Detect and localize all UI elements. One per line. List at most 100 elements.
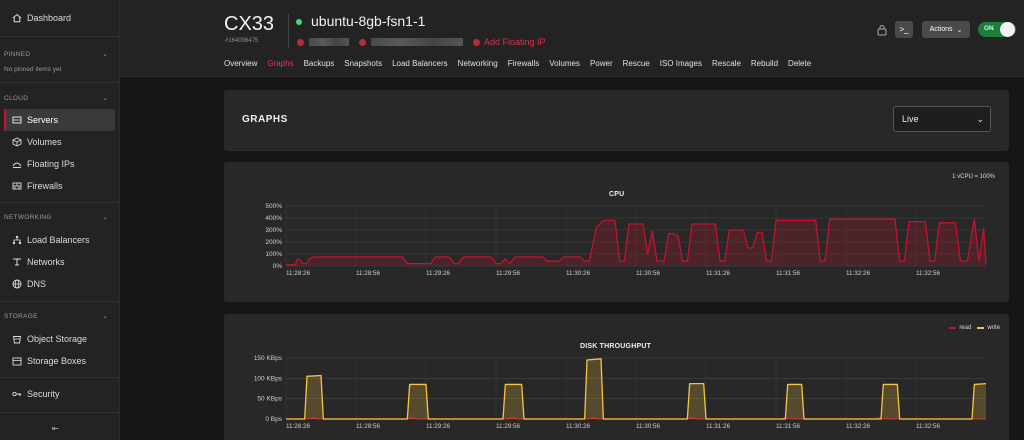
globe-icon [12, 279, 22, 289]
server-icon [12, 115, 22, 125]
y-tick-label: 0 Bps [265, 416, 282, 423]
divider [0, 377, 119, 378]
y-tick-label: 100% [265, 251, 282, 258]
tab-power[interactable]: Power [590, 59, 613, 71]
tab-snapshots[interactable]: Snapshots [344, 59, 382, 71]
divider [288, 14, 289, 48]
tab-volumes[interactable]: Volumes [549, 59, 580, 71]
cpu-chart-card: 1 vCPU = 100% CPU 500% 400% 300% 200% 100% 0%… [224, 162, 1009, 302]
x-tick-label: 11:32:56 [916, 423, 941, 430]
sidebar-item-label: Volumes [27, 137, 62, 147]
x-tick-label: 11:29:56 [496, 270, 521, 277]
y-tick-label: 300% [265, 227, 282, 234]
firewall-icon [12, 181, 22, 191]
sidebar-item-dns[interactable]: DNS [4, 273, 115, 295]
x-tick-label: 11:28:26 [286, 270, 311, 277]
tab-networking[interactable]: Networking [458, 59, 498, 71]
sidebar-item-firewalls[interactable]: Firewalls [4, 175, 115, 197]
sidebar-item-storage-boxes[interactable]: Storage Boxes [4, 350, 115, 372]
sidebar-item-label: Load Balancers [27, 235, 90, 245]
sidebar-item-label: Floating IPs [27, 159, 75, 169]
server-name[interactable]: ubuntu-8gb-fsn1-1 [311, 13, 425, 29]
redacted-ipv4[interactable] [309, 38, 349, 46]
console-button[interactable]: >_ [895, 21, 913, 38]
sidebar-item-object-storage[interactable]: Object Storage [4, 328, 115, 350]
floating-ip-icon [12, 159, 22, 169]
x-tick-label: 11:29:56 [496, 423, 521, 430]
tab-delete[interactable]: Delete [788, 59, 811, 71]
page-title: GRAPHS [242, 114, 288, 125]
redacted-ipv6[interactable] [371, 38, 463, 46]
sidebar-item-label: DNS [27, 279, 47, 289]
chevron-down-icon: ⌄ [102, 214, 108, 221]
sidebar-section-storage[interactable]: STORAGE ⌄ [4, 312, 108, 321]
tab-firewalls[interactable]: Firewalls [508, 59, 540, 71]
ipv6-icon [359, 38, 366, 46]
x-tick-label: 11:32:26 [846, 423, 871, 430]
divider [0, 202, 119, 203]
time-range-value: Live [902, 114, 919, 124]
sidebar-item-servers[interactable]: Servers [4, 109, 115, 131]
add-floating-ip-label: Add Floating IP [484, 37, 546, 47]
tab-iso-images[interactable]: ISO Images [660, 59, 702, 71]
load-balancer-icon [12, 235, 22, 245]
sidebar-item-networks[interactable]: Networks [4, 251, 115, 273]
x-tick-label: 11:32:26 [846, 270, 871, 277]
sidebar-item-label: Security [27, 389, 60, 399]
status-indicator [296, 19, 302, 25]
y-tick-label: 200% [265, 239, 282, 246]
toggle-knob [1000, 22, 1015, 37]
cpu-chart: 500% 400% 300% 200% 100% 0%11:28:26 11:28:56 11… [265, 203, 987, 277]
sidebar-collapse-icon[interactable]: ⇤ [52, 424, 59, 433]
time-range-select[interactable]: Live ⌄ [893, 106, 991, 132]
storage-box-icon [12, 356, 22, 366]
sidebar-section-pinned[interactable]: PINNED ⌄ [4, 50, 108, 59]
disk-chart-card: read write DISK THROUGHPUT 150 KBps 100 K… [224, 314, 1009, 440]
sidebar-item-floating-ips[interactable]: Floating IPs [4, 153, 115, 175]
tab-load-balancers[interactable]: Load Balancers [392, 59, 448, 71]
tab-rescale[interactable]: Rescale [712, 59, 741, 71]
divider [0, 82, 119, 83]
sidebar-section-networking[interactable]: NETWORKING ⌄ [4, 213, 108, 222]
divider [0, 301, 119, 302]
add-floating-ip-button[interactable]: Add Floating IP [473, 37, 546, 47]
x-tick-label: 11:31:26 [706, 423, 731, 430]
sidebar-item-load-balancers[interactable]: Load Balancers [4, 229, 115, 251]
tab-rescue[interactable]: Rescue [623, 59, 650, 71]
sidebar-item-security[interactable]: Security [4, 383, 115, 405]
chevron-down-icon: ⌄ [976, 113, 984, 124]
tab-backups[interactable]: Backups [304, 59, 335, 71]
plus-circle-icon [473, 38, 480, 46]
sidebar-item-dashboard[interactable]: Dashboard [4, 7, 115, 29]
y-tick-label: 150 KBps [254, 355, 283, 362]
actions-button[interactable]: Actions ⌄ [922, 21, 970, 38]
pinned-empty-note: No pinned items yet [4, 66, 62, 73]
volume-icon [12, 137, 22, 147]
divider [0, 412, 119, 413]
x-tick-label: 11:32:56 [916, 270, 941, 277]
x-tick-label: 11:30:26 [566, 270, 591, 277]
sidebar-section-cloud[interactable]: CLOUD ⌄ [4, 94, 108, 103]
lock-icon[interactable] [876, 24, 888, 36]
section-title: CLOUD [4, 94, 29, 102]
y-tick-label: 0% [273, 263, 283, 270]
tab-rebuild[interactable]: Rebuild [751, 59, 778, 71]
actions-label: Actions [929, 26, 953, 33]
sidebar-item-volumes[interactable]: Volumes [4, 131, 115, 153]
ipv4-icon [297, 38, 304, 46]
y-tick-label: 100 KBps [254, 375, 283, 382]
x-tick-label: 11:29:26 [426, 423, 451, 430]
sidebar-item-label: Networks [27, 257, 65, 267]
sidebar-item-label: Firewalls [27, 181, 63, 191]
section-title: STORAGE [4, 312, 38, 320]
x-tick-label: 11:31:56 [776, 270, 801, 277]
sidebar-item-label: Dashboard [27, 13, 72, 23]
tab-overview[interactable]: Overview [224, 59, 257, 71]
server-tabs: Overview Graphs Backups Snapshots Load B… [224, 59, 821, 71]
tab-graphs[interactable]: Graphs [267, 59, 293, 71]
x-tick-label: 11:28:56 [356, 270, 381, 277]
network-icon [12, 257, 22, 267]
y-tick-label: 50 KBps [257, 396, 282, 403]
power-toggle[interactable]: ON [978, 22, 1016, 37]
sidebar: Dashboard PINNED ⌄ No pinned items yet C… [0, 0, 120, 440]
